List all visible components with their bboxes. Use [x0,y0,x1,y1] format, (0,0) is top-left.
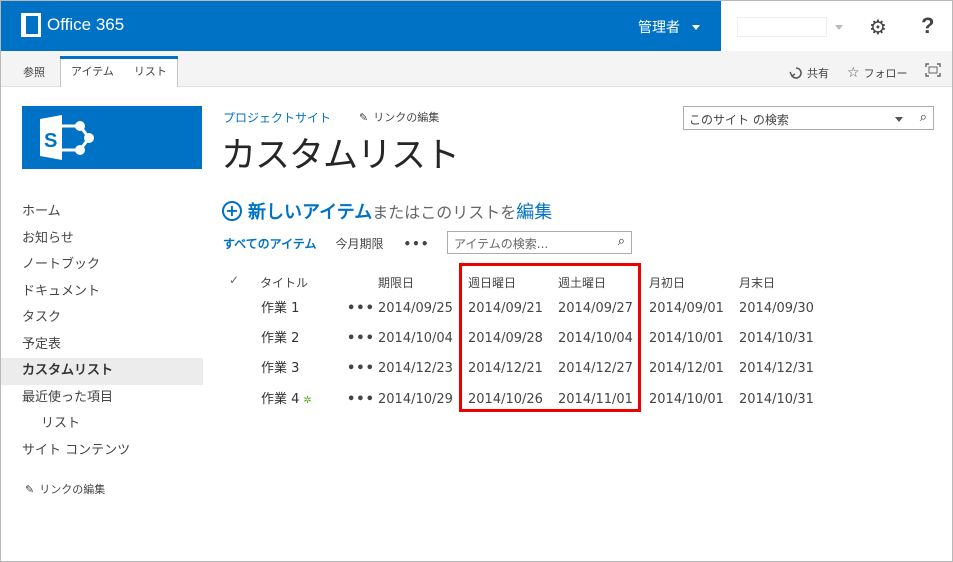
edit-list-link[interactable]: 編集 [516,198,552,224]
edit-links-top[interactable]: ✎ リンクの編集 [359,109,439,125]
cell-due-date: 2014/12/23 [378,361,453,376]
follow-label: フォロー [863,67,908,80]
brand-name: Office 365 [47,15,125,34]
edit-links-left[interactable]: ✎ リンクの編集 [25,481,105,497]
user-chevron-down-icon[interactable] [835,25,843,30]
list-tools-tab-group: アイテム リスト [60,56,178,87]
item-search-input[interactable]: アイテムの検索... ⌕ [447,231,632,254]
new-item-icon: ✲ [303,395,312,406]
nav-item-notebook[interactable]: ノートブック [1,252,203,279]
share-icon [789,67,802,79]
gear-icon[interactable]: ⚙ [869,15,887,39]
new-item-bar: + 新しいアイテム またはこのリストを 編集 [222,198,552,224]
admin-label: 管理者 [638,20,680,36]
nav-item-site-contents[interactable]: サイト コンテンツ [1,438,203,465]
select-all-checkmark-icon[interactable]: ✓ [229,273,239,287]
item-menu-button[interactable]: ••• [347,294,375,324]
cell-title[interactable]: 作業 3 [261,354,299,384]
cell-month-last: 2014/12/31 [739,361,814,376]
cell-month-first: 2014/12/01 [649,361,724,376]
site-search-input[interactable]: このサイト の検索 ⌕ [683,106,934,130]
svg-text:S: S [44,130,57,152]
view-selector: すべてのアイテム 今月期限 ••• [223,235,430,252]
tab-browse[interactable]: 参照 [15,59,53,87]
office365-brand[interactable]: Office 365 [21,13,124,37]
search-icon[interactable]: ⌕ [618,234,625,249]
item-menu-button[interactable]: ••• [347,354,375,384]
pencil-icon: ✎ [25,482,35,496]
search-icon[interactable]: ⌕ [920,110,927,125]
share-button[interactable]: 共有 [789,65,829,81]
pencil-icon: ✎ [359,110,369,124]
site-logo[interactable]: S [22,106,202,169]
office-logo-icon [21,13,41,37]
edit-links-label: リンクの編集 [373,111,440,124]
follow-button[interactable]: ☆ フォロー [847,65,908,81]
cell-due-date: 2014/09/25 [378,301,453,316]
focus-on-content-icon[interactable] [925,63,941,81]
view-due-this-month[interactable]: 今月期限 [335,235,383,252]
search-scope-chevron-icon[interactable] [895,117,903,122]
cell-due-date: 2014/10/29 [378,392,453,407]
column-header-title[interactable]: タイトル [260,274,308,291]
user-name-box[interactable] [737,17,827,37]
cell-month-last: 2014/10/31 [739,392,814,407]
item-menu-button[interactable]: ••• [347,324,375,354]
column-header-month-last[interactable]: 月末日 [739,274,775,291]
ribbon: 参照 アイテム リスト 共有 ☆ フォロー [1,51,952,87]
view-all-items[interactable]: すべてのアイテム [223,235,316,252]
add-circle-icon[interactable]: + [222,201,242,221]
suite-bar: Office 365 管理者 ⚙ ? [1,1,952,51]
cell-month-last: 2014/10/31 [739,331,814,346]
item-search-placeholder: アイテムの検索... [454,237,549,251]
breadcrumb-site[interactable]: プロジェクトサイト [223,109,331,126]
edit-links-label: リンクの編集 [39,483,106,496]
star-icon: ☆ [847,65,860,81]
views-more-button[interactable]: ••• [404,237,430,251]
admin-menu[interactable]: 管理者 [638,17,700,37]
tab-item[interactable]: アイテム [61,57,124,87]
cell-due-date: 2014/10/04 [378,331,453,346]
cell-title[interactable]: 作業 4 ✲ [261,385,312,416]
site-search-placeholder: このサイト の検索 [689,113,789,127]
chevron-down-icon [692,24,700,30]
cell-month-last: 2014/09/30 [739,301,814,316]
column-header-month-first[interactable]: 月初日 [649,274,685,291]
cell-title[interactable]: 作業 1 [261,294,299,324]
column-header-due-date[interactable]: 期限日 [378,274,414,291]
cell-month-first: 2014/10/01 [649,331,724,346]
help-icon[interactable]: ? [921,13,934,39]
page-title: カスタムリスト [221,136,460,175]
sharepoint-window: Office 365 管理者 ⚙ ? 参照 アイテム リスト 共有 ☆ フォロー [0,0,953,562]
or-edit-text: またはこのリストを [372,203,517,222]
share-label: 共有 [807,67,829,80]
cell-title[interactable]: 作業 2 [261,324,299,354]
cell-month-first: 2014/09/01 [649,301,724,316]
cell-title-text: 作業 4 [261,392,300,407]
cell-month-first: 2014/10/01 [649,392,724,407]
item-menu-button[interactable]: ••• [347,385,375,415]
highlight-box [459,263,641,412]
tab-list[interactable]: リスト [124,57,177,87]
sharepoint-logo-icon: S [40,115,94,160]
nav-item-home[interactable]: ホーム [1,199,203,226]
new-item-link[interactable]: 新しいアイテム [248,198,372,224]
nav-item-announcements[interactable]: お知らせ [1,226,203,253]
